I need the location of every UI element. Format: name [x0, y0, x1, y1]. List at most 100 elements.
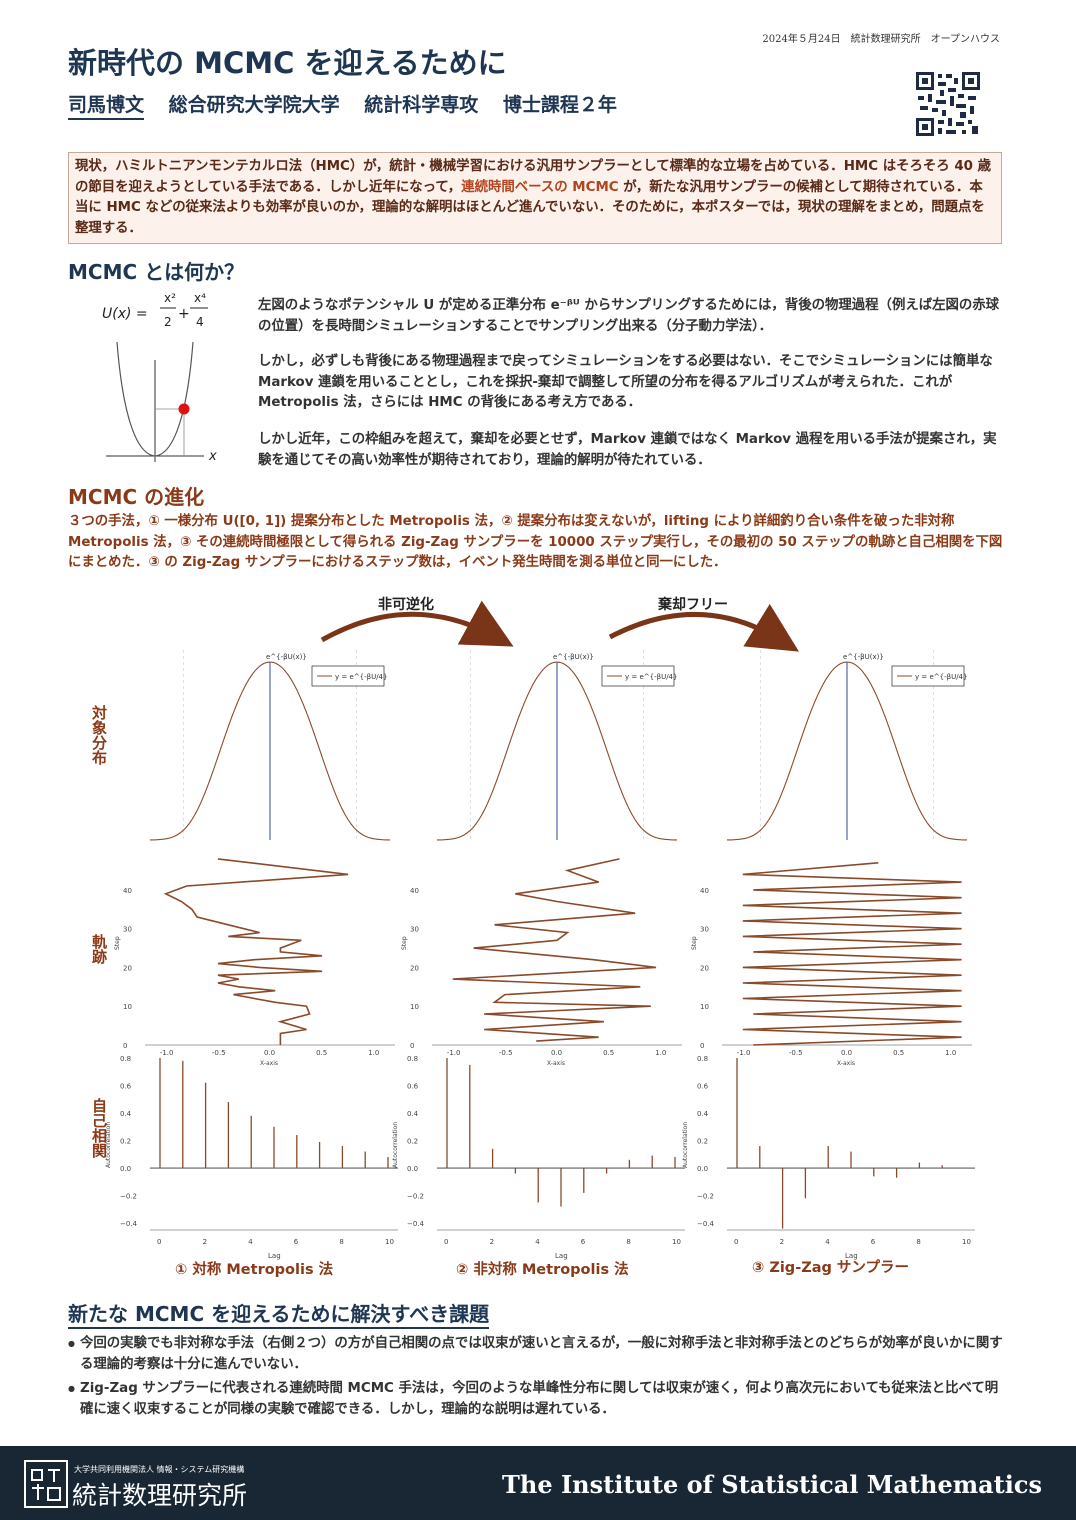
bullet-item: 今回の実験でも非対称な手法（右側２つ）の方が自己相関の点では収束が速いと言えるが…: [68, 1334, 1004, 1375]
acf-y-tick: 0.4: [407, 1110, 419, 1118]
trajectory-x-tick: 0.5: [893, 1049, 904, 1057]
acf-y-tick: 0.8: [120, 1055, 131, 1063]
section1-p3: しかし近年，この枠組みを超えて，棄却を必要とせず，Markov 連鎖ではなく M…: [258, 432, 997, 468]
section3-heading: 新たな MCMC を迎えるために解決すべき課題: [68, 1298, 490, 1329]
acf-x-tick: 6: [871, 1238, 876, 1246]
trajectory-x-tick: -0.5: [499, 1049, 513, 1057]
formula-plus: +: [178, 306, 190, 322]
acf-y-label: Autocorrelation: [105, 1122, 112, 1168]
trajectory-x-tick: 0.0: [841, 1049, 852, 1057]
acf-x-tick: 2: [490, 1238, 494, 1246]
density-annotation: e^{-βU(x)}: [266, 653, 307, 661]
section2-heading: MCMC の進化: [68, 485, 205, 509]
acf-x-tick: 8: [626, 1238, 630, 1246]
arrow-rejection-free: [608, 603, 799, 652]
formula-num1: x²: [164, 291, 176, 305]
density-legend-text: y = e^{-βU/4}: [625, 673, 677, 681]
trajectory-x-tick: 1.0: [655, 1049, 666, 1057]
trajectory-x-tick: 0.5: [316, 1049, 327, 1057]
acf-y-tick: 0.6: [697, 1083, 709, 1091]
potential-figure: U(x) = x² 2 + x⁴ 4 x: [102, 291, 217, 464]
acf-x-tick: 8: [916, 1238, 920, 1246]
acf-y-tick: 0.0: [120, 1165, 131, 1173]
acf-y-tick: −0.2: [120, 1193, 137, 1201]
density-legend-text: y = e^{-βU/4}: [915, 673, 967, 681]
trajectory-x-label: X-axis: [837, 1060, 855, 1067]
trajectory-y-tick: 20: [700, 964, 709, 972]
density-legend-text: y = e^{-βU/4}: [335, 673, 387, 681]
trajectory-x-tick: 1.0: [945, 1049, 956, 1057]
trajectory-y-label: Step: [691, 936, 698, 950]
acf-y-tick: 0.0: [697, 1165, 708, 1173]
trajectory-x-label: X-axis: [547, 1060, 565, 1067]
poster-title: 新時代の MCMC を迎えるために: [68, 46, 507, 80]
acf-y-label: Autocorrelation: [392, 1122, 399, 1168]
caption-panel-3: ③ Zig-Zag サンプラー: [752, 1260, 909, 1276]
caption-panel-2: ② 非対称 Metropolis 法: [456, 1262, 629, 1278]
acf-x-tick: 0: [734, 1238, 738, 1246]
trajectory-x-tick: 0.0: [551, 1049, 562, 1057]
abstract-box: 現状，ハミルトニアンモンテカルロ法（HMC）が，統計・機械学習における汎用サンプ…: [68, 152, 1002, 244]
trajectory-x-tick: 1.0: [368, 1049, 379, 1057]
arrow2-label: 棄却フリー: [657, 596, 728, 613]
bullet-item: Zig-Zag サンプラーに代表される連続時間 MCMC 手法は，今回のような単…: [68, 1379, 1004, 1420]
acf-x-tick: 10: [962, 1238, 971, 1246]
trajectory-x-tick: 0.5: [603, 1049, 614, 1057]
potential-axis-label: x: [208, 449, 217, 464]
density-annotation: e^{-βU(x)}: [843, 653, 884, 661]
trajectory-y-tick: 10: [700, 1003, 709, 1011]
acf-y-tick: −0.4: [120, 1220, 138, 1228]
trajectory-y-tick: 40: [123, 887, 132, 895]
author-affil-1: 総合研究大学院大学: [168, 94, 340, 116]
footer-org-english[interactable]: The Institute of Statistical Mathematics: [502, 1470, 1042, 1499]
acf-x-tick: 0: [157, 1238, 161, 1246]
abstract-highlight: 連続時間ベースの MCMC: [461, 179, 619, 195]
author-affil-2: 統計科学専攻: [364, 94, 479, 116]
acf-y-tick: 0.4: [120, 1110, 132, 1118]
trajectory-line: [452, 858, 657, 1042]
footer-org-name[interactable]: 統計数理研究所: [72, 1476, 247, 1512]
trajectory-y-tick: 30: [123, 926, 132, 934]
section2-p1: ３つの手法，① 一様分布 U([0, 1]) 提案分布とした Metropoli…: [68, 514, 1003, 570]
acf-x-tick: 4: [248, 1238, 253, 1246]
acf-y-tick: 0.8: [697, 1055, 708, 1063]
trajectory-y-tick: 0: [410, 1042, 414, 1050]
trajectory-x-tick: -1.0: [737, 1049, 751, 1057]
section1-p1: 左図のようなポテンシャル U が定める正準分布 e⁻ᵝᵁ からサンプリングするた…: [258, 298, 1000, 334]
trajectory-y-tick: 30: [410, 926, 419, 934]
acf-y-tick: 0.6: [407, 1083, 419, 1091]
acf-y-tick: 0.0: [407, 1165, 418, 1173]
acf-y-tick: 0.4: [697, 1110, 709, 1118]
acf-x-tick: 10: [672, 1238, 681, 1246]
trajectory-y-tick: 0: [700, 1042, 704, 1050]
acf-x-tick: 6: [581, 1238, 586, 1246]
author-affil-3: 博士課程２年: [502, 94, 617, 116]
author-name: 司馬博文: [68, 94, 145, 120]
acf-y-tick: 0.2: [120, 1138, 131, 1146]
section1-heading: MCMC とは何か？: [68, 260, 245, 284]
acf-x-tick: 2: [780, 1238, 784, 1246]
acf-x-tick: 0: [444, 1238, 448, 1246]
acf-y-tick: −0.2: [697, 1193, 714, 1201]
caption-panel-1: ① 対称 Metropolis 法: [175, 1262, 334, 1278]
trajectory-line: [742, 862, 962, 1046]
qr-code-icon[interactable]: [916, 72, 980, 136]
acf-y-tick: 0.6: [120, 1083, 132, 1091]
formula-num2: x⁴: [194, 291, 206, 305]
header-note: 2024年５月24日 統計数理研究所 オープンハウス: [762, 34, 1000, 45]
acf-y-tick: 0.2: [407, 1138, 418, 1146]
arrow1-label: 非可逆化: [378, 596, 434, 613]
acf-y-tick: −0.4: [697, 1220, 715, 1228]
footer: 大学共同利用機関法人 情報・システム研究機構 統計数理研究所 The Insti…: [0, 1446, 1076, 1520]
red-ball-icon: [178, 403, 190, 415]
ism-logo-icon[interactable]: [24, 1460, 68, 1508]
trajectory-x-tick: -1.0: [447, 1049, 461, 1057]
acf-y-tick: −0.4: [407, 1220, 425, 1228]
trajectory-y-tick: 40: [410, 887, 419, 895]
density-annotation: e^{-βU(x)}: [553, 653, 594, 661]
trajectory-y-tick: 0: [123, 1042, 127, 1050]
acf-x-tick: 8: [339, 1238, 343, 1246]
trajectory-y-tick: 20: [123, 964, 132, 972]
trajectory-y-tick: 30: [700, 926, 709, 934]
arrow-nonreversible: [320, 600, 514, 647]
